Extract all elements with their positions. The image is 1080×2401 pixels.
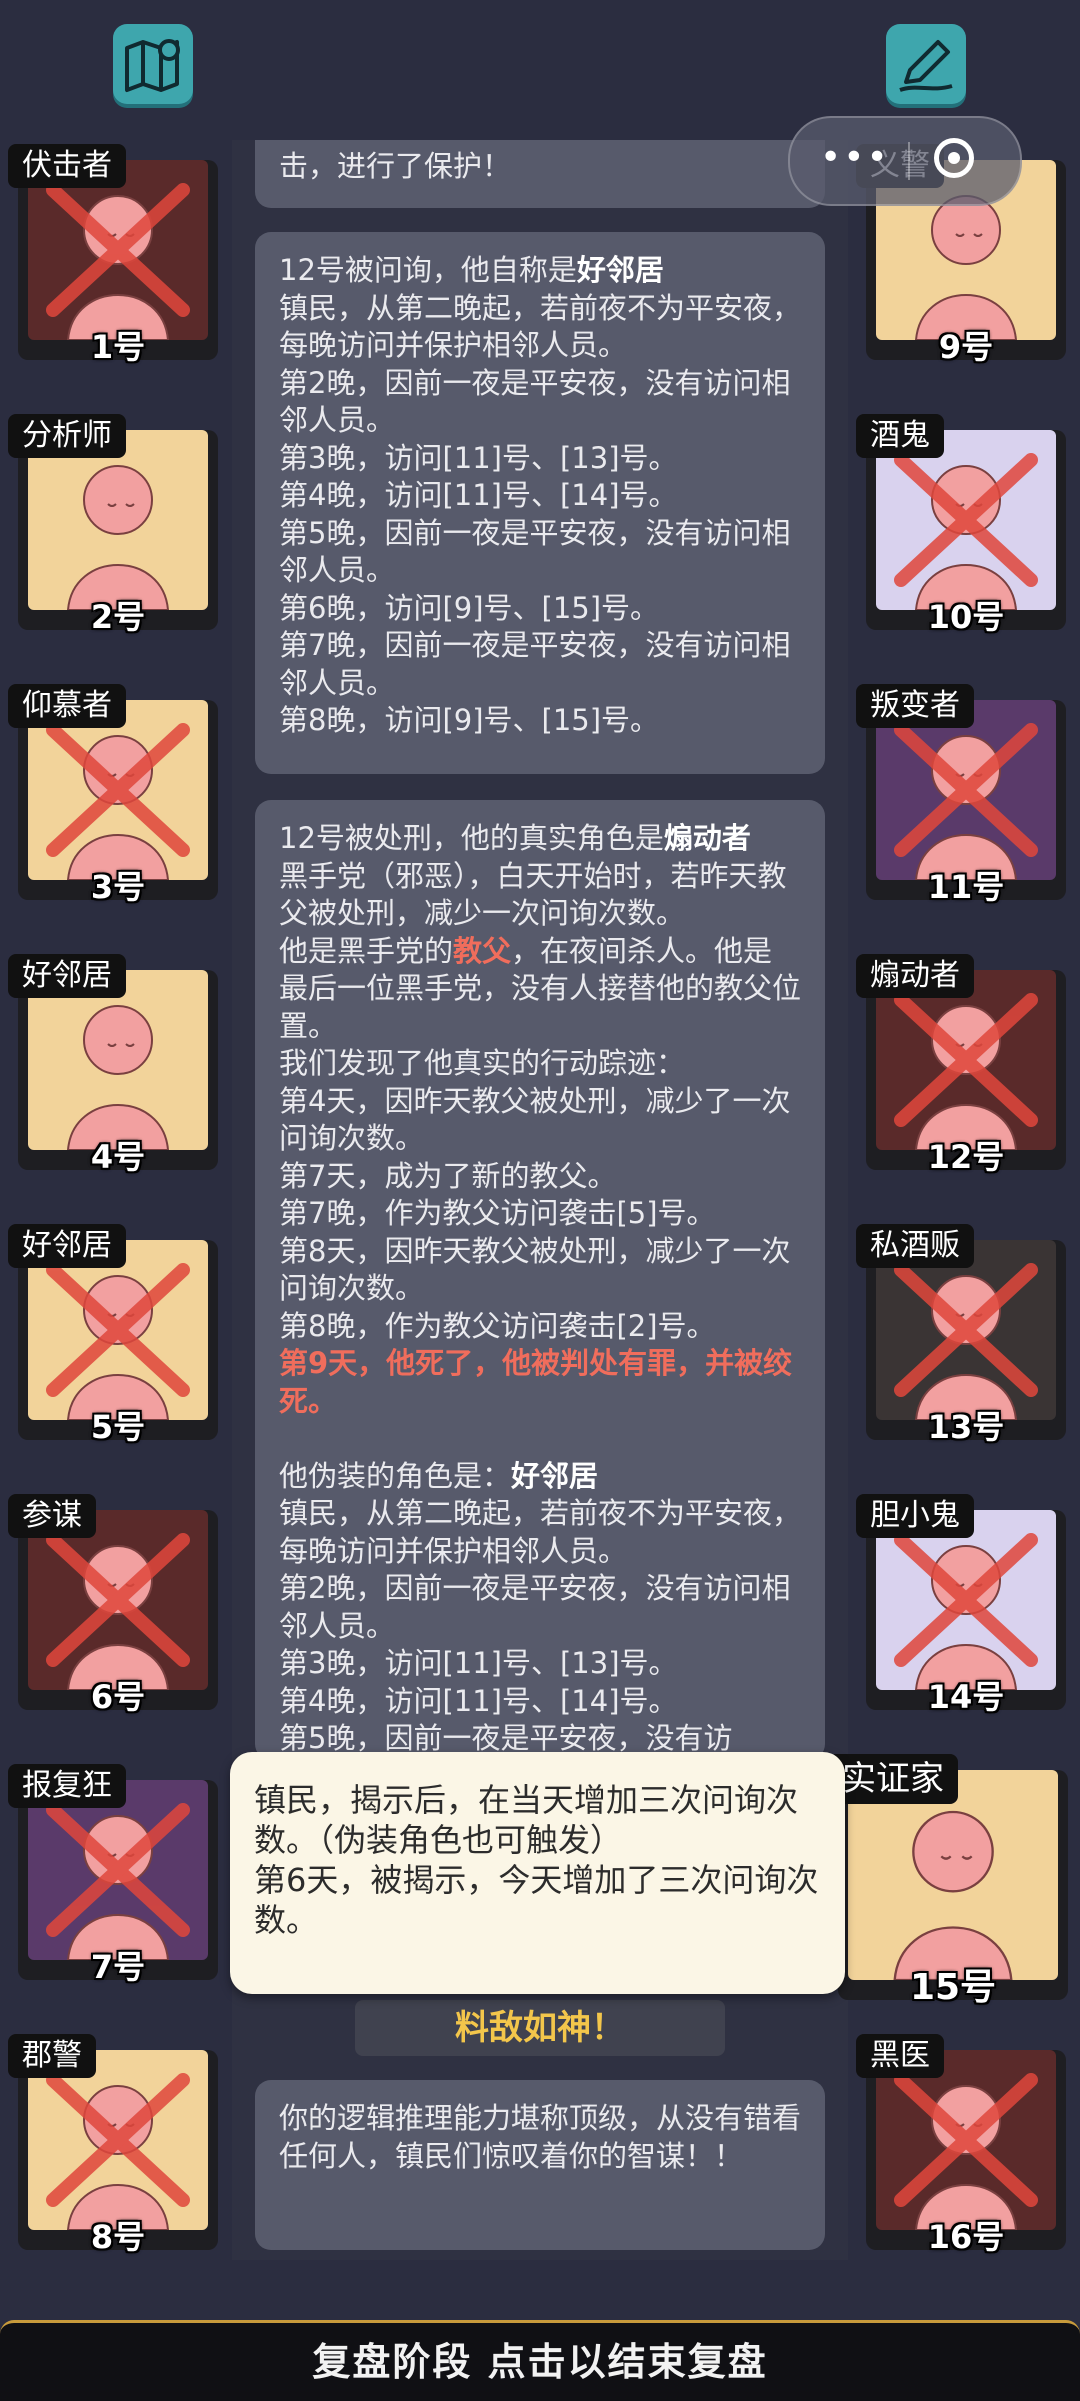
character-role-label: 仰慕者: [8, 684, 126, 728]
character-role-label: 参谋: [8, 1494, 96, 1538]
character-number: 13号: [927, 1408, 1005, 1446]
character-number: 5号: [90, 1408, 146, 1446]
character-number: 9号: [938, 328, 994, 366]
character-number: 6号: [90, 1678, 146, 1716]
character-role-label: 分析师: [8, 414, 126, 458]
character-role-label: 好邻居: [8, 954, 126, 998]
achievement-banner: 料敌如神！: [355, 2000, 725, 2056]
character-role-label: 煽动者: [856, 954, 974, 998]
edit-pen-icon[interactable]: [886, 24, 966, 104]
mini-program-capsule[interactable]: •••: [788, 116, 1022, 206]
end-replay-button[interactable]: 复盘阶段 点击以结束复盘: [0, 2320, 1080, 2401]
capsule-divider: [908, 142, 910, 180]
final-evaluation: 你的逻辑推理能力堪称顶级，从没有错看任何人，镇民们惊叹着你的智谋！！: [255, 2080, 825, 2250]
character-number: 3号: [90, 868, 146, 906]
close-target-icon[interactable]: [934, 138, 974, 178]
log-entry-execution: 12号被处刑，他的真实角色是煽动者 黑手党（邪恶），白天开始时，若昨天教父被处刑…: [255, 800, 825, 1760]
character-number: 7号: [90, 1948, 146, 1986]
log-entry-interrogation: 12号被问询，他自称是好邻居 镇民，从第二晚起，若前夜不为平安夜，每晚访问并保护…: [255, 232, 825, 774]
character-role-label: 私酒贩: [856, 1224, 974, 1268]
character-role-label: 叛变者: [856, 684, 974, 728]
character-role-label: 伏击者: [8, 144, 126, 188]
death-notice: 第9天，他死了，他被判处有罪，并被绞死。: [279, 1346, 793, 1418]
character-number: 14号: [927, 1678, 1005, 1716]
character-role-label: 郡警: [8, 2034, 96, 2078]
character-number: 4号: [90, 1138, 146, 1176]
character-number: 16号: [927, 2218, 1005, 2256]
character-number: 10号: [927, 598, 1005, 636]
map-pin-icon[interactable]: [113, 24, 193, 104]
log-entry-partial: 击，进行了保护！: [255, 140, 825, 208]
character-role-label: 好邻居: [8, 1224, 126, 1268]
character-role-label: 酒鬼: [856, 414, 944, 458]
more-menu-icon[interactable]: •••: [820, 136, 890, 180]
character-number: 15号: [909, 1967, 997, 2008]
character-number: 11号: [927, 868, 1005, 906]
character-role-label: 实证家: [828, 1754, 958, 1804]
character-number: 1号: [90, 328, 146, 366]
ability-tooltip: 镇民，揭示后，在当天增加三次问询次数。（伪装角色也可触发） 第6天，被揭示，今天…: [230, 1752, 845, 1994]
character-number: 2号: [90, 598, 146, 636]
character-number: 8号: [90, 2218, 146, 2256]
character-number: 12号: [927, 1138, 1005, 1176]
character-role-label: 胆小鬼: [856, 1494, 974, 1538]
character-role-label: 报复狂: [8, 1764, 126, 1808]
character-role-label: 黑医: [856, 2034, 944, 2078]
